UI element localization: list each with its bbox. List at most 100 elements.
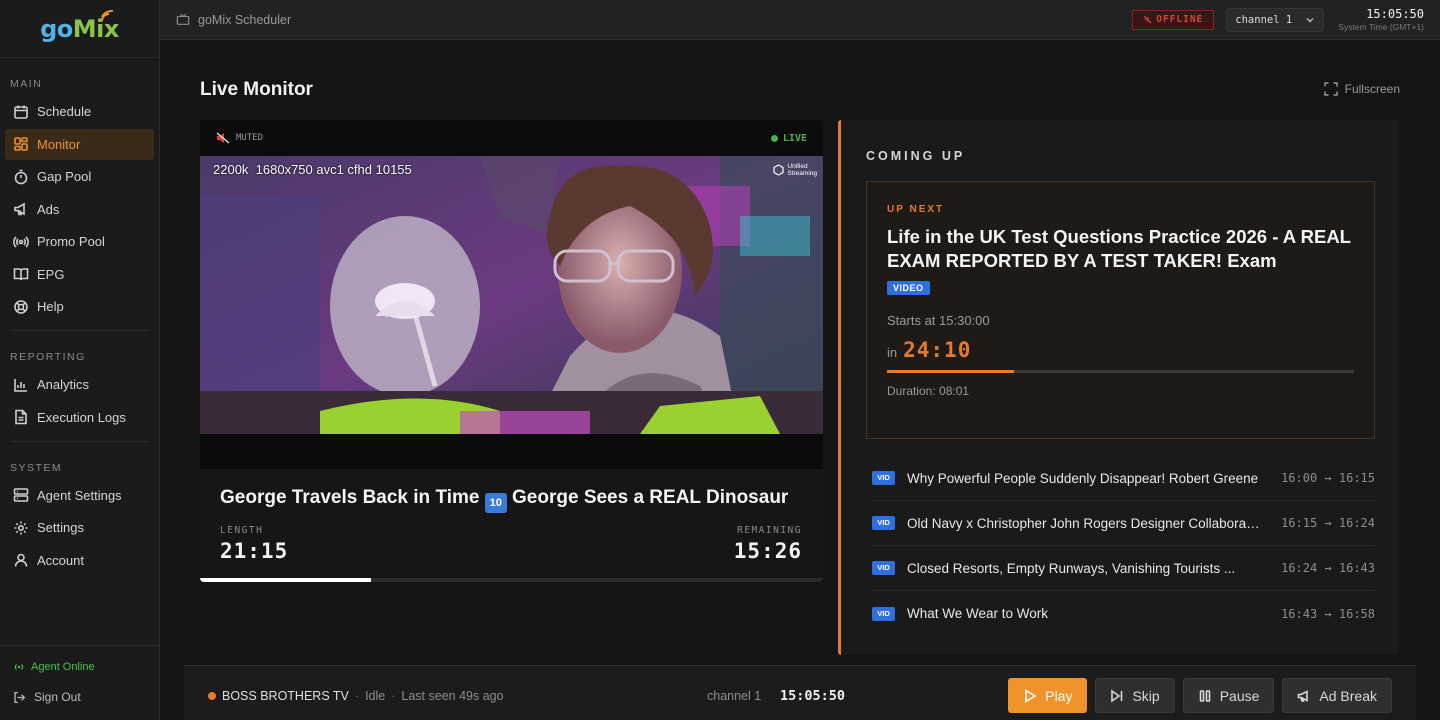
stream-info-overlay: 2200k 1680x750 avc1 cfhd 10155 xyxy=(213,162,412,177)
up-next-duration: Duration: 08:01 xyxy=(887,384,970,398)
countdown-value: 24:10 xyxy=(903,338,972,362)
watermark-line2: Streaming xyxy=(787,170,817,177)
sign-out-label: Sign Out xyxy=(34,690,81,704)
separator-dot: · xyxy=(354,688,360,703)
up-next-label: UP NEXT xyxy=(887,204,945,215)
sidebar-item-promo-pool[interactable]: Promo Pool xyxy=(5,226,154,257)
up-next-card[interactable]: UP NEXT Life in the UK Test Questions Pr… xyxy=(866,181,1375,439)
video-still-image xyxy=(200,156,823,434)
queue-item-time: 16:00 → 16:15 xyxy=(1281,471,1375,485)
sidebar-item-label: Schedule xyxy=(37,104,92,119)
nav-section-main: MAIN Schedule Monitor Gap Pool Ads Promo… xyxy=(0,78,159,331)
upcoming-queue: VID Why Powerful People Suddenly Disappe… xyxy=(872,456,1375,636)
fullscreen-label: Fullscreen xyxy=(1344,82,1400,96)
timer-icon xyxy=(14,169,28,184)
unified-streaming-watermark: Unified Streaming xyxy=(773,163,817,177)
user-icon xyxy=(14,553,28,567)
ad-break-button[interactable]: Ad Break xyxy=(1282,678,1392,713)
sidebar: goMix MAIN Schedule Monitor Gap Pool Ads… xyxy=(0,0,160,720)
live-dot xyxy=(770,134,778,142)
hexagon-logo-icon xyxy=(773,164,784,176)
offline-label: OFFLINE xyxy=(1156,14,1204,25)
sidebar-item-epg[interactable]: EPG xyxy=(5,259,154,290)
now-playing-title: George Travels Back in Time 10 George Se… xyxy=(200,469,823,513)
speaker-muted-icon xyxy=(216,132,230,144)
sign-out-button[interactable]: Sign Out xyxy=(13,685,146,709)
muted-indicator[interactable]: MUTED xyxy=(216,132,263,144)
video-player: MUTED LIVE 2200k 1680x750 avc1 cfhd 1015… xyxy=(200,120,823,582)
topbar-right: OFFLINE channel 1 15:05:50 System Time (… xyxy=(1132,7,1424,32)
countdown-in-label: in xyxy=(887,345,898,360)
channel-select-value: channel 1 xyxy=(1235,13,1293,26)
divider xyxy=(10,440,149,442)
playback-progress[interactable] xyxy=(200,578,823,582)
gear-icon xyxy=(14,521,28,534)
play-button[interactable]: Play xyxy=(1008,678,1088,713)
sidebar-item-schedule[interactable]: Schedule xyxy=(5,96,154,127)
sidebar-item-agent-settings[interactable]: Agent Settings xyxy=(5,480,154,511)
nav-section-system: SYSTEM Agent Settings Settings Account xyxy=(0,462,159,576)
nav-title-main: MAIN xyxy=(10,78,43,90)
sidebar-item-monitor[interactable]: Monitor xyxy=(5,128,154,160)
queue-item[interactable]: VID Old Navy x Christopher John Rogers D… xyxy=(872,501,1375,546)
control-bar-channel: channel 1 xyxy=(707,688,762,703)
playback-progress-fill xyxy=(200,578,371,582)
wifi-waves-icon xyxy=(101,10,114,22)
queue-item-time: 16:43 → 16:58 xyxy=(1281,606,1375,621)
channel-name: BOSS BROTHERS TV xyxy=(222,688,349,703)
sidebar-item-execution-logs[interactable]: Execution Logs xyxy=(5,402,154,433)
sidebar-item-settings[interactable]: Settings xyxy=(5,512,154,543)
skip-button[interactable]: Skip xyxy=(1095,678,1175,713)
watermark-text: Unified Streaming xyxy=(787,163,817,177)
queue-item-title: Why Powerful People Suddenly Disappear! … xyxy=(907,470,1259,486)
offline-status-badge: OFFLINE xyxy=(1132,9,1215,30)
sidebar-item-gap-pool[interactable]: Gap Pool xyxy=(5,161,154,192)
sidebar-item-label: Account xyxy=(37,552,84,568)
nav-title-system: SYSTEM xyxy=(10,461,63,474)
queue-item[interactable]: VID Closed Resorts, Empty Runways, Vanis… xyxy=(872,546,1375,591)
fullscreen-button[interactable]: Fullscreen xyxy=(1323,82,1400,96)
lifebuoy-icon xyxy=(14,299,28,314)
sidebar-item-label: Ads xyxy=(37,201,60,217)
fullscreen-icon xyxy=(1323,82,1338,96)
control-bar-time: 15:05:50 xyxy=(780,687,846,704)
tv-icon xyxy=(176,13,190,25)
sidebar-item-label: Promo Pool xyxy=(37,234,105,249)
sidebar-item-analytics[interactable]: Analytics xyxy=(5,369,154,400)
play-label: Play xyxy=(1045,687,1073,704)
queue-item[interactable]: VID Why Powerful People Suddenly Disappe… xyxy=(872,456,1375,501)
logout-icon xyxy=(14,691,26,703)
queue-item-time: 16:24 → 16:43 xyxy=(1281,561,1375,575)
up-next-title: Life in the UK Test Questions Practice 2… xyxy=(887,226,1351,271)
queue-item[interactable]: VID What We Wear to Work 16:43 → 16:58 xyxy=(872,591,1375,636)
megaphone-icon xyxy=(14,202,25,216)
nav-section-reporting: REPORTING Analytics Execution Logs xyxy=(0,351,159,442)
sidebar-item-label: EPG xyxy=(37,266,65,282)
vid-badge: VID xyxy=(872,471,895,485)
sidebar-item-label: Settings xyxy=(37,520,84,535)
skip-label: Skip xyxy=(1132,687,1160,704)
sidebar-item-account[interactable]: Account xyxy=(5,545,154,576)
sidebar-item-ads[interactable]: Ads xyxy=(5,194,154,225)
ad-break-label: Ad Break xyxy=(1319,687,1377,704)
server-icon xyxy=(13,488,29,502)
coming-up-panel: COMING UP UP NEXT Life in the UK Test Qu… xyxy=(838,120,1399,655)
countdown-progress xyxy=(887,370,1354,373)
watermark-line1: Unified xyxy=(787,163,808,170)
pause-button[interactable]: Pause xyxy=(1182,678,1275,713)
sidebar-item-help[interactable]: Help xyxy=(5,291,154,322)
file-text-icon xyxy=(15,409,27,425)
broadcast-icon xyxy=(13,235,29,248)
page-title: Live Monitor xyxy=(200,79,313,100)
now-title-part1: George Travels Back in Time xyxy=(220,487,480,508)
nav-title-reporting: REPORTING xyxy=(10,351,86,363)
starts-at: Starts at 15:30:00 xyxy=(887,313,990,328)
now-playing-meta: LENGTH 21:15 REMAINING 15:26 xyxy=(200,513,823,563)
topbar: goMix Scheduler OFFLINE channel 1 15:05:… xyxy=(160,0,1440,40)
video-badge: VIDEO xyxy=(887,281,930,295)
channel-select[interactable]: channel 1 xyxy=(1226,7,1325,32)
system-time: 15:05:50 System Time (GMT+1) xyxy=(1338,7,1424,32)
play-icon xyxy=(1025,688,1037,703)
video-frame[interactable]: 2200k 1680x750 avc1 cfhd 10155 Unified St… xyxy=(200,156,823,434)
queue-item-title: Old Navy x Christopher John Rogers Desig… xyxy=(907,515,1262,531)
